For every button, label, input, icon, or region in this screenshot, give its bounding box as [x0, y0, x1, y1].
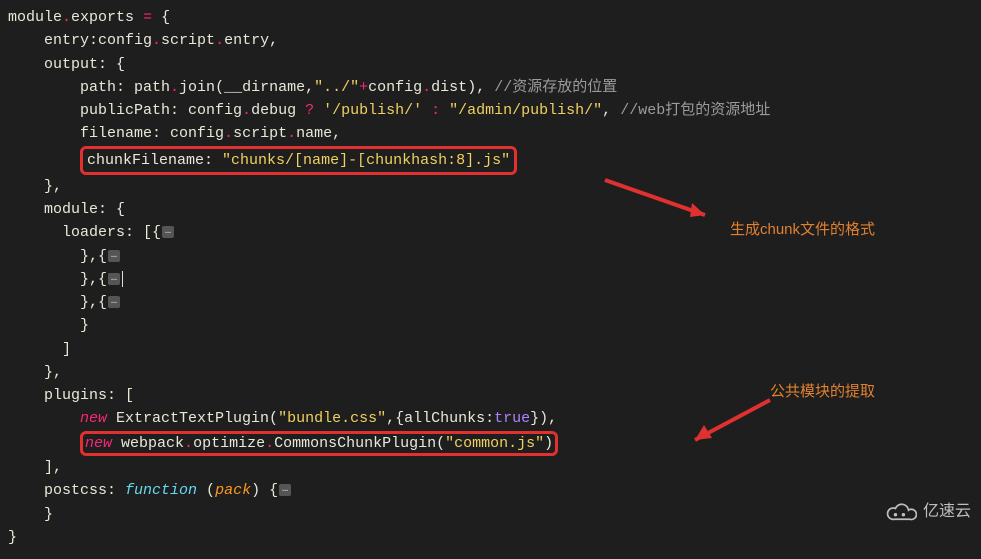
annotation-chunk-format: 生成chunk文件的格式 [730, 218, 875, 241]
fold-marker-icon[interactable]: … [108, 296, 120, 308]
arrow-icon [600, 175, 720, 243]
fold-marker-icon[interactable]: … [108, 273, 120, 285]
fold-marker-icon[interactable]: … [108, 250, 120, 262]
annotation-common-module: 公共模块的提取 [770, 380, 875, 403]
arrow-icon [680, 395, 780, 463]
fold-marker-icon[interactable]: … [162, 226, 174, 238]
highlight-commonschunk: new webpack.optimize.CommonsChunkPlugin(… [80, 431, 558, 457]
highlight-chunkfilename: chunkFilename: "chunks/[name]-[chunkhash… [80, 146, 517, 175]
cloud-icon [883, 502, 917, 524]
watermark-logo: 亿速云 [883, 500, 971, 525]
fold-marker-icon[interactable]: … [279, 484, 291, 496]
comment: //资源存放的位置 [494, 79, 617, 96]
text-cursor [122, 271, 123, 287]
code-block: module.exports = { entry:config.script.e… [0, 0, 981, 559]
watermark-text: 亿速云 [923, 500, 971, 525]
comment: //web打包的资源地址 [620, 102, 770, 119]
